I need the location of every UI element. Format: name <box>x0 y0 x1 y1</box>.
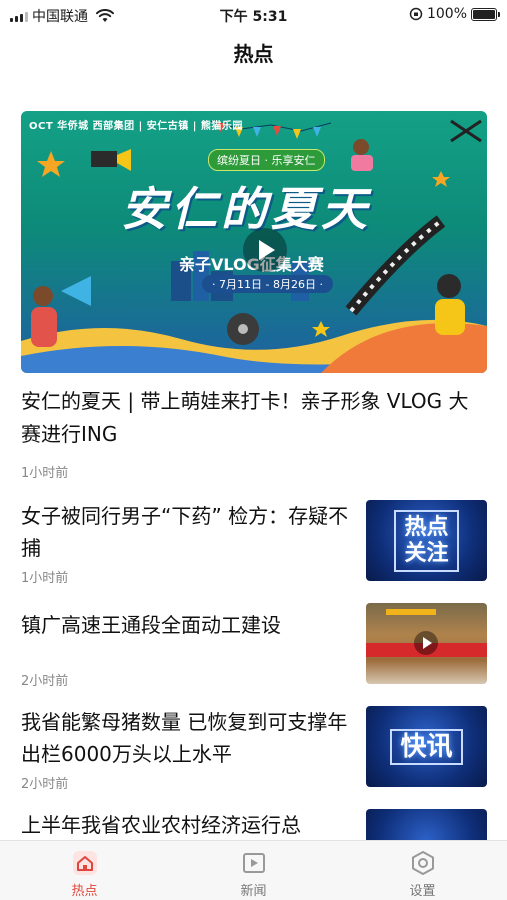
news-title: 我省能繁母猪数量 已恢复到可支撑年出栏6000万头以上水平 <box>21 710 348 766</box>
news-time: 2小时前 <box>21 674 69 689</box>
battery-icon <box>471 7 500 21</box>
news-time: 1小时前 <box>21 571 69 586</box>
thumbnail-label-line1: 热点 <box>404 514 449 540</box>
tab-news[interactable]: 新闻 <box>169 841 338 900</box>
feature-time: 1小时前 <box>21 466 69 481</box>
orientation-lock-icon <box>409 7 423 21</box>
banner-dates: · 7月11日 - 8月26日 · <box>202 275 333 293</box>
feature-banner[interactable]: OCT 华侨城 西部集团 | 安仁古镇 | 熊猫乐园 缤纷夏日 · 乐享安仁 安… <box>21 111 487 373</box>
news-title: 女子被同行男子“下药” 检方：存疑不捕 <box>21 504 349 560</box>
news-thumbnail <box>366 603 487 684</box>
play-icon[interactable] <box>414 631 438 655</box>
thumbnail-label: 热点 关注 <box>394 509 459 572</box>
news-item[interactable]: 上半年我省农业农村经济运行总 <box>21 809 487 840</box>
news-time: 2小时前 <box>21 777 69 792</box>
news-title: 上半年我省农业农村经济运行总 <box>21 813 301 837</box>
news-title: 镇广高速王通段全面动工建设 <box>21 613 281 637</box>
crane-shape <box>386 609 436 615</box>
tab-label: 设置 <box>409 884 436 899</box>
home-icon <box>72 851 97 875</box>
feature-title[interactable]: 安仁的夏天 | 带上萌娃来打卡！亲子形象 VLOG 大赛进行ING <box>21 385 487 451</box>
tab-label: 热点 <box>71 884 98 899</box>
news-item[interactable]: 女子被同行男子“下药” 检方：存疑不捕 1小时前 热点 关注 <box>21 500 487 590</box>
thumbnail-label-line2: 关注 <box>404 540 449 566</box>
thumbnail-label: 快讯 <box>390 728 463 765</box>
banner-headline: 安仁的夏天 <box>121 182 371 236</box>
news-item[interactable]: 镇广高速王通段全面动工建设 2小时前 <box>21 603 487 693</box>
news-thumbnail: 快讯 <box>366 706 487 787</box>
settings-icon <box>411 851 434 875</box>
video-icon <box>242 853 265 873</box>
tab-settings[interactable]: 设置 <box>338 841 507 900</box>
play-icon[interactable] <box>243 228 287 272</box>
news-item[interactable]: 我省能繁母猪数量 已恢复到可支撑年出栏6000万头以上水平 2小时前 快讯 <box>21 706 487 796</box>
news-thumbnail: 热点 关注 <box>366 500 487 581</box>
banner-tagline: 缤纷夏日 · 乐享安仁 <box>208 149 325 171</box>
banner-logo: OCT 华侨城 西部集团 | 安仁古镇 | 熊猫乐园 <box>29 121 243 132</box>
tab-hot[interactable]: 热点 <box>0 841 169 900</box>
page-title: 热点 <box>233 42 274 66</box>
news-thumbnail <box>366 809 487 840</box>
tab-bar: 热点 新闻 设置 <box>0 840 507 900</box>
news-feed[interactable]: OCT 华侨城 西部集团 | 安仁古镇 | 熊猫乐园 缤纷夏日 · 乐享安仁 安… <box>0 108 507 840</box>
status-right: 100% <box>409 6 500 22</box>
tab-label: 新闻 <box>240 884 267 899</box>
status-bar: 中国联通 下午 5:31 100% <box>0 0 507 30</box>
battery-percent: 100% <box>426 6 467 22</box>
